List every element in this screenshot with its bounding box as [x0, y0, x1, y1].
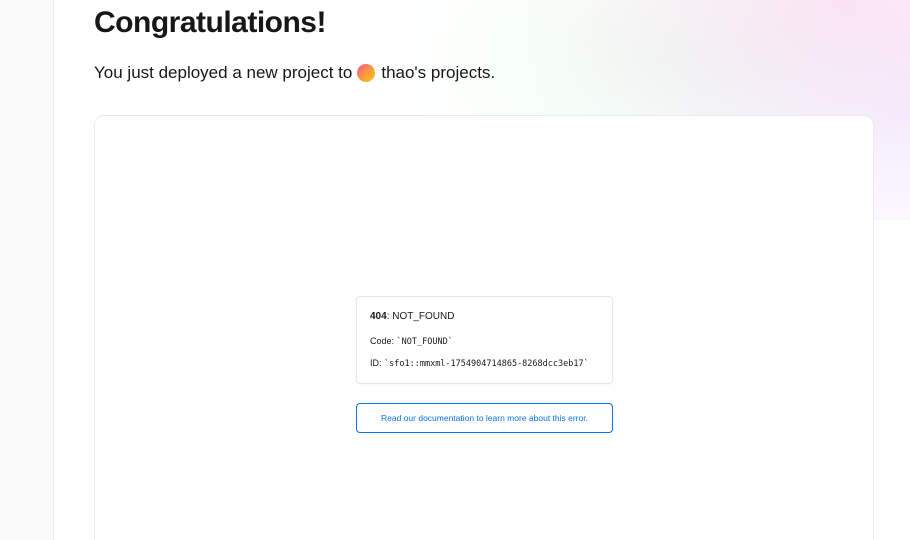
error-status-text: : NOT_FOUND: [386, 311, 455, 322]
documentation-link-button[interactable]: Read our documentation to learn more abo…: [356, 403, 613, 433]
error-code-value: `NOT_FOUND`: [396, 337, 453, 347]
deployment-preview-frame[interactable]: 404: NOT_FOUND Code: `NOT_FOUND` ID: `sf…: [94, 115, 874, 540]
error-code-label: Code:: [370, 336, 397, 346]
deploy-subtitle: You just deployed a new project to thao'…: [94, 63, 495, 83]
deployment-success-page: Congratulations! You just deployed a new…: [0, 0, 910, 540]
error-id-label: ID:: [370, 358, 385, 368]
team-name-link[interactable]: thao's projects: [381, 63, 490, 83]
subtitle-period: .: [490, 63, 496, 82]
error-id-line: ID: `sfo1::mmxml-1754904714865-8268dcc3e…: [370, 357, 599, 370]
error-heading: 404: NOT_FOUND: [370, 310, 599, 324]
team-avatar-icon: [357, 64, 376, 82]
error-code-line: Code: `NOT_FOUND`: [370, 335, 599, 348]
page-title: Congratulations!: [94, 6, 327, 39]
error-status-code: 404: [370, 311, 387, 322]
subtitle-text: You just deployed a new project to: [94, 63, 353, 82]
error-id-value: `sfo1::mmxml-1754904714865-8268dcc3eb17`: [384, 359, 589, 369]
left-sidebar-edge: [0, 0, 54, 540]
error-card: 404: NOT_FOUND Code: `NOT_FOUND` ID: `sf…: [356, 296, 613, 384]
